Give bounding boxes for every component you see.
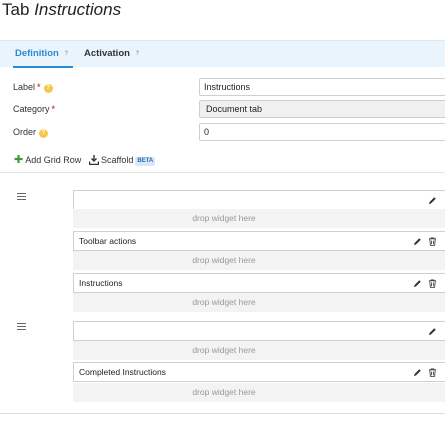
pencil-icon[interactable] [428,196,437,205]
widget-actions [413,274,437,292]
trash-icon[interactable] [428,278,437,288]
widget-title: Completed Instructions [79,367,166,377]
drop-zone[interactable]: drop widget here [73,251,445,270]
drop-zone[interactable]: drop widget here [73,293,445,312]
pencil-icon[interactable] [413,368,422,377]
tab-activation-label: Activation [84,48,130,59]
widget-completed-instructions[interactable]: Completed Instructions [73,362,445,382]
widget-actions [428,322,437,340]
pencil-icon[interactable] [413,279,422,288]
widget-actions [413,363,437,381]
required-marker: * [37,82,41,92]
help-icon[interactable]: ? [62,50,71,59]
add-grid-row-button[interactable]: ✚ Add Grid Row [14,152,81,168]
order-input[interactable]: 0 [199,123,445,141]
widget-row-1-header[interactable] [73,190,445,210]
trash-icon[interactable] [428,236,437,246]
required-marker: * [51,104,56,114]
plus-icon: ✚ [14,154,24,166]
label-input[interactable]: Instructions [199,78,445,96]
drop-zone[interactable]: drop widget here [73,383,445,402]
add-grid-row-label: Add Grid Row [25,155,82,165]
tab-definition[interactable]: Definition? [13,41,73,68]
drag-handle-icon[interactable] [17,323,26,330]
trash-icon[interactable] [428,367,437,377]
page-title-prefix: Tab [2,0,30,19]
widget-instructions[interactable]: Instructions [73,273,445,293]
help-icon[interactable]: ? [43,84,53,93]
pencil-icon[interactable] [428,327,437,336]
download-icon [89,155,99,165]
help-icon[interactable]: ? [39,129,49,138]
order-field-text: Order [13,127,37,137]
order-field-label: Order? [13,127,49,138]
widget-title: Instructions [79,278,123,288]
bottom-divider [0,413,445,414]
widget-title: Toolbar actions [79,236,137,246]
scaffold-label: Scaffold [101,155,134,165]
help-icon[interactable]: ? [133,50,142,59]
scaffold-button[interactable]: Scaffold BETA [89,152,156,168]
tab-definition-label: Definition [15,48,59,59]
widget-row-2-header[interactable] [73,321,445,341]
widget-actions [428,191,437,209]
widget-actions [413,232,437,250]
tab-activation[interactable]: Activation? [84,41,142,67]
widget-toolbar-actions[interactable]: Toolbar actions [73,231,445,251]
label-field-text: Label [13,82,36,92]
page-title-name: Instructions [34,0,122,19]
page-title: Tab Instructions [2,0,121,20]
label-field-label: Label *? [13,82,53,93]
drop-zone[interactable]: drop widget here [73,341,445,360]
category-field-label: Category * [13,104,55,114]
tab-bar: Definition? Activation? [0,40,445,68]
category-value: Document tab [199,100,445,118]
toolbar-divider [0,172,445,173]
beta-badge: BETA [135,157,156,166]
category-field-text: Category [13,104,50,114]
pencil-icon[interactable] [413,237,422,246]
drop-zone[interactable]: drop widget here [73,209,445,228]
drag-handle-icon[interactable] [17,193,26,200]
